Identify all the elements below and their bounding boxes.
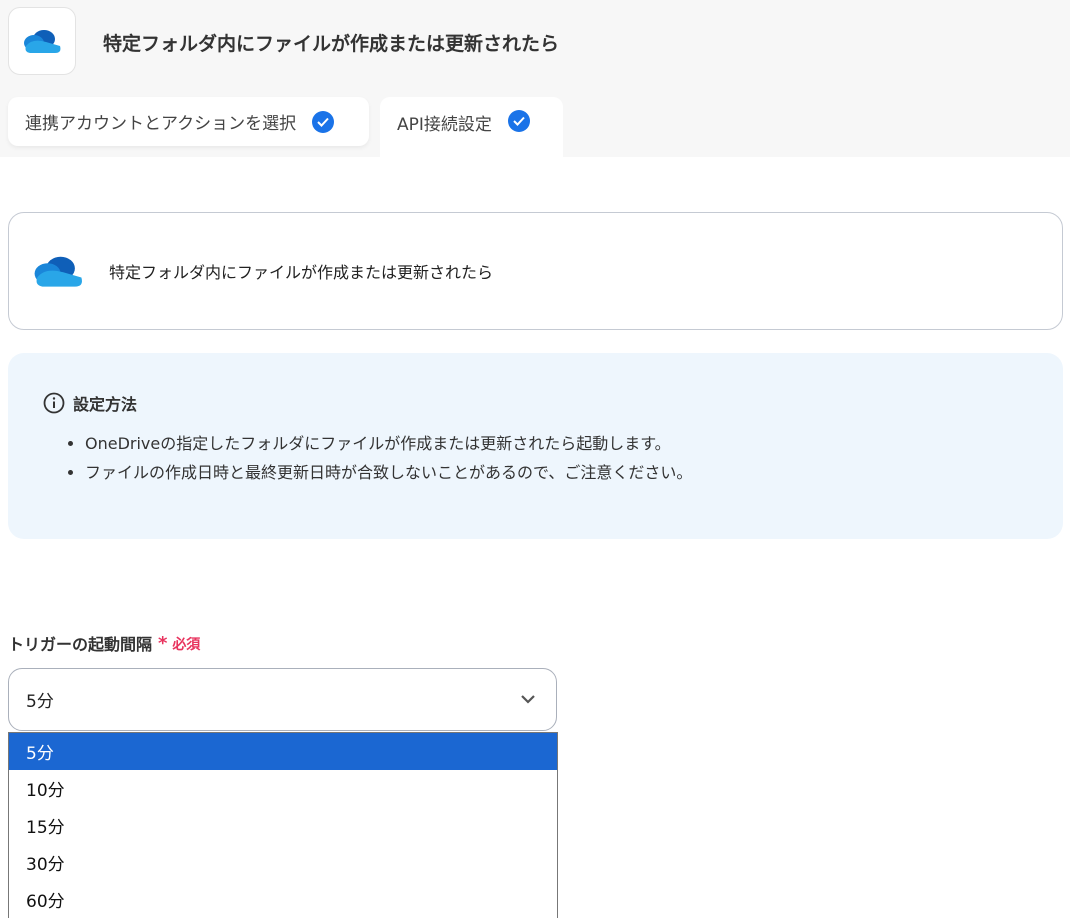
tab-label: API接続設定 [397, 115, 492, 135]
required-text: 必須 [172, 636, 201, 653]
trigger-card: 特定フォルダ内にファイルが作成または更新されたら [8, 212, 1063, 330]
page-title: 特定フォルダ内にファイルが作成または更新されたら [103, 33, 560, 55]
select-value: 5分 [26, 692, 54, 712]
trigger-label: 特定フォルダ内にファイルが作成または更新されたら [109, 263, 494, 282]
info-heading: 設定方法 [73, 395, 138, 414]
check-icon [507, 110, 530, 132]
tab-api-settings[interactable]: API接続設定 [380, 97, 563, 157]
option-10[interactable]: 10分 [9, 770, 557, 807]
option-30[interactable]: 30分 [9, 844, 557, 881]
info-bullet: OneDriveの指定したフォルダにファイルが作成または更新されたら起動します。 [85, 429, 692, 458]
field-label-text: トリガーの起動間隔 [8, 635, 153, 654]
info-box: 設定方法 OneDriveの指定したフォルダにファイルが作成または更新されたら起… [8, 353, 1063, 539]
onedrive-icon [34, 256, 82, 287]
interval-dropdown: 5分 10分 15分 30分 60分 [8, 732, 558, 918]
check-icon [312, 110, 335, 133]
info-icon [43, 392, 65, 414]
interval-select[interactable]: 5分 [8, 668, 557, 731]
chevron-down-icon [521, 695, 535, 704]
tab-account-action[interactable]: 連携アカウントとアクションを選択 [8, 97, 369, 146]
onedrive-app-icon [8, 7, 76, 75]
option-15[interactable]: 15分 [9, 807, 557, 844]
option-60[interactable]: 60分 [9, 881, 557, 918]
field-label: トリガーの起動間隔 * 必須 [8, 631, 200, 655]
required-mark: * 必須 [158, 633, 200, 654]
option-5[interactable]: 5分 [9, 733, 557, 770]
onedrive-icon [24, 30, 61, 53]
required-asterisk: * [158, 632, 168, 654]
info-bullet: ファイルの作成日時と最終更新日時が合致しないことがあるので、ご注意ください。 [85, 458, 692, 487]
tab-label: 連携アカウントとアクションを選択 [25, 114, 297, 134]
header: 特定フォルダ内にファイルが作成または更新されたら 連携アカウントとアクションを選… [0, 0, 1070, 157]
